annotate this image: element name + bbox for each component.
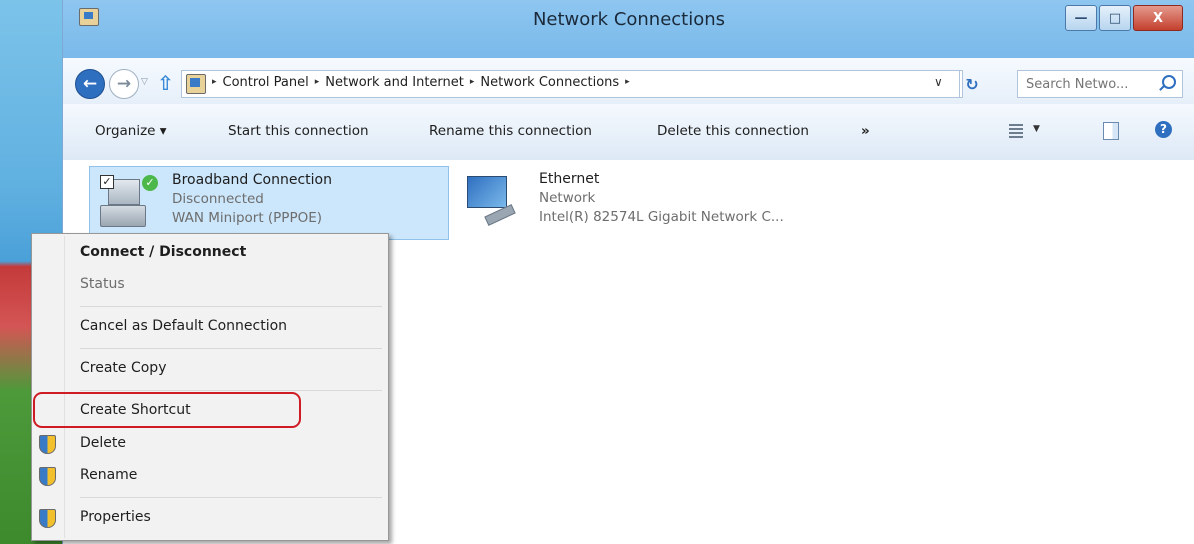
start-connection-button[interactable]: Start this connection bbox=[228, 123, 369, 139]
default-connection-badge-icon: ✓ bbox=[142, 175, 158, 191]
address-row: ← → ▽ ⇧ ▸ Control Panel ▸ Network and In… bbox=[63, 58, 1194, 104]
address-dropdown-icon[interactable]: ∨ bbox=[934, 75, 943, 89]
menu-item-label: Delete bbox=[80, 435, 126, 451]
menu-separator bbox=[80, 390, 382, 391]
forward-button[interactable]: → bbox=[109, 69, 139, 99]
menu-separator bbox=[80, 306, 382, 307]
ethernet-connection-icon bbox=[461, 170, 517, 230]
selection-checkbox[interactable]: ✓ bbox=[100, 175, 114, 189]
menu-item-label: Create Shortcut bbox=[80, 402, 191, 418]
close-button[interactable]: X bbox=[1133, 5, 1183, 31]
menu-separator bbox=[80, 348, 382, 349]
more-commands-button[interactable]: » bbox=[861, 123, 870, 139]
menu-item-create-copy[interactable]: Create Copy bbox=[32, 355, 388, 383]
address-bar[interactable]: ▸ Control Panel ▸ Network and Internet ▸… bbox=[181, 70, 979, 98]
connection-details: Ethernet Network Intel(R) 82574L Gigabit… bbox=[539, 170, 784, 227]
menu-item-label: Cancel as Default Connection bbox=[80, 318, 288, 334]
modem-icon bbox=[100, 205, 146, 227]
command-bar: Organize ▾ Start this connection Rename … bbox=[63, 104, 1194, 161]
preview-pane-icon[interactable] bbox=[1103, 122, 1119, 140]
dialup-connection-icon: ✓ ✓ bbox=[96, 171, 158, 231]
control-panel-icon bbox=[186, 74, 206, 94]
breadcrumb-network-and-internet[interactable]: Network and Internet bbox=[325, 75, 464, 90]
breadcrumb: ▸ Control Panel ▸ Network and Internet ▸… bbox=[212, 75, 630, 90]
recent-locations-icon[interactable]: ▽ bbox=[141, 77, 148, 87]
breadcrumb-separator[interactable]: ▸ bbox=[625, 77, 630, 92]
back-button[interactable]: ← bbox=[75, 69, 105, 99]
maximize-button[interactable]: □ bbox=[1099, 5, 1131, 31]
search-input[interactable] bbox=[1018, 71, 1158, 97]
menu-item-cancel-default[interactable]: Cancel as Default Connection bbox=[32, 313, 388, 341]
menu-item-delete[interactable]: Delete bbox=[32, 430, 388, 458]
breadcrumb-control-panel[interactable]: Control Panel bbox=[223, 75, 309, 90]
menu-separator bbox=[80, 497, 382, 498]
connection-name: Broadband Connection bbox=[172, 172, 332, 188]
menu-item-create-shortcut[interactable]: Create Shortcut bbox=[32, 397, 388, 425]
organize-button[interactable]: Organize ▾ bbox=[95, 123, 167, 139]
window-title: Network Connections bbox=[532, 9, 726, 30]
uac-shield-icon bbox=[39, 435, 56, 454]
breadcrumb-network-connections[interactable]: Network Connections bbox=[480, 75, 619, 90]
menu-item-label: Connect / Disconnect bbox=[80, 244, 247, 260]
menu-item-properties[interactable]: Properties bbox=[32, 504, 388, 532]
menu-item-label: Rename bbox=[80, 467, 138, 483]
breadcrumb-separator[interactable]: ▸ bbox=[315, 77, 320, 92]
connection-status: Network bbox=[539, 190, 596, 206]
connection-device: WAN Miniport (PPPOE) bbox=[172, 210, 323, 226]
menu-item-label: Create Copy bbox=[80, 360, 167, 376]
connection-item-ethernet[interactable]: Ethernet Network Intel(R) 82574L Gigabit… bbox=[457, 166, 877, 238]
delete-connection-button[interactable]: Delete this connection bbox=[657, 123, 809, 139]
change-view-icon[interactable] bbox=[1009, 124, 1023, 138]
view-options-dropdown[interactable]: ▼ bbox=[1033, 124, 1040, 134]
rename-connection-button[interactable]: Rename this connection bbox=[429, 123, 592, 139]
search-box[interactable] bbox=[1017, 70, 1183, 98]
computer-icon bbox=[467, 176, 507, 208]
menu-item-status[interactable]: Status bbox=[32, 271, 388, 299]
up-button[interactable]: ⇧ bbox=[157, 71, 174, 95]
minimize-button[interactable]: — bbox=[1065, 5, 1097, 31]
connection-details: Broadband Connection Disconnected WAN Mi… bbox=[172, 171, 332, 228]
title-bar[interactable]: Network Connections — □ X bbox=[63, 0, 1194, 58]
breadcrumb-separator[interactable]: ▸ bbox=[470, 77, 475, 92]
connection-item-broadband[interactable]: ✓ ✓ Broadband Connection Disconnected WA… bbox=[89, 166, 449, 240]
menu-item-rename[interactable]: Rename bbox=[32, 462, 388, 490]
context-menu: Connect / Disconnect Status Cancel as De… bbox=[31, 233, 389, 541]
connection-status: Disconnected bbox=[172, 191, 264, 207]
connection-name: Ethernet bbox=[539, 171, 600, 187]
menu-item-connect-disconnect[interactable]: Connect / Disconnect bbox=[32, 239, 388, 267]
menu-item-label: Status bbox=[80, 276, 125, 292]
uac-shield-icon bbox=[39, 509, 56, 528]
refresh-button[interactable]: ↻ bbox=[959, 71, 984, 97]
help-icon[interactable]: ? bbox=[1155, 121, 1172, 138]
connection-device: Intel(R) 82574L Gigabit Network C... bbox=[539, 209, 784, 225]
search-icon[interactable] bbox=[1162, 75, 1176, 89]
menu-item-label: Properties bbox=[80, 509, 151, 525]
breadcrumb-separator[interactable]: ▸ bbox=[212, 77, 217, 92]
uac-shield-icon bbox=[39, 467, 56, 486]
